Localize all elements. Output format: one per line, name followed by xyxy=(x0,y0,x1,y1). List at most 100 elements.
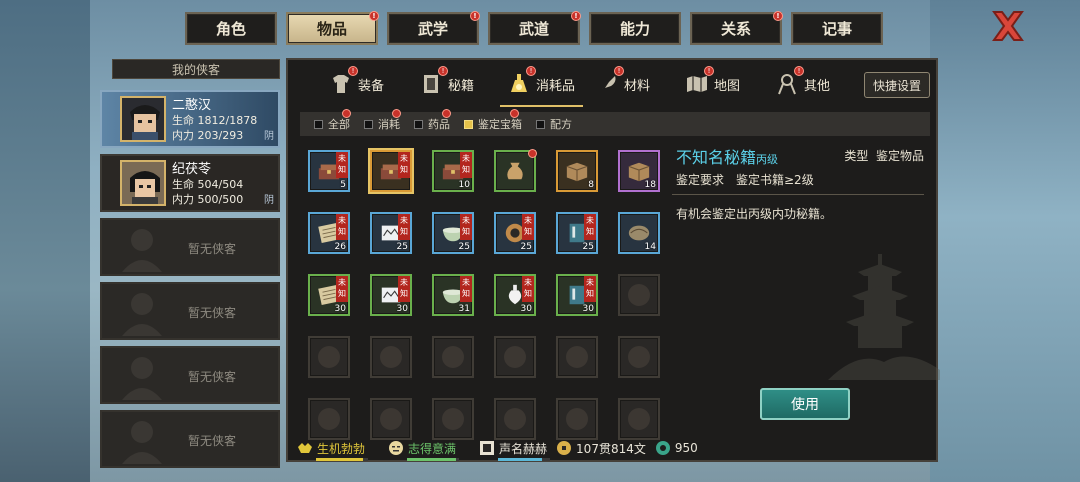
vitality-bar xyxy=(316,458,368,461)
checkbox[interactable] xyxy=(536,119,545,129)
hp-value: 1812/1878 xyxy=(197,114,258,127)
tab-consumables[interactable]: 消耗品 ! xyxy=(499,66,584,107)
filter-all[interactable]: 全部 xyxy=(314,109,351,132)
empty-item-slot[interactable] xyxy=(618,274,660,316)
filter-recipe[interactable]: 配方 xyxy=(536,116,572,132)
tab-martial-way[interactable]: 武道! xyxy=(488,11,581,45)
item-count: 25 xyxy=(458,242,470,252)
checkbox[interactable] xyxy=(414,119,423,129)
filter-consume[interactable]: 消耗 xyxy=(364,109,401,132)
item-slot[interactable]: 未知 30 xyxy=(370,274,412,316)
empty-item-slot[interactable] xyxy=(618,398,660,440)
empty-label: 暂无侠客 xyxy=(188,370,237,384)
item-slot[interactable]: 未知 26 xyxy=(308,212,350,254)
filter-appraise-chest[interactable]: 鉴定宝箱 xyxy=(464,109,522,132)
empty-hero-slot[interactable]: 暂无侠客 xyxy=(100,218,280,276)
hero-name: 二憨汉 xyxy=(172,98,212,113)
tab-label: 记事 xyxy=(821,20,852,38)
item-slot[interactable]: 未知 xyxy=(370,150,412,192)
filter-medicine[interactable]: 药品 xyxy=(414,109,451,132)
item-slot[interactable]: 未知 25 xyxy=(370,212,412,254)
empty-label: 暂无侠客 xyxy=(188,434,237,448)
item-count: 25 xyxy=(520,242,532,252)
hero-tag: 阴 xyxy=(264,131,274,142)
item-slot[interactable]: 未知 5 xyxy=(308,150,350,192)
hero-card-2[interactable]: 纪茯苓 生命 504/504 内力 500/500 阴 xyxy=(100,154,280,212)
silhouette-icon xyxy=(122,421,162,464)
empty-item-slot[interactable] xyxy=(370,398,412,440)
type-value: 鉴定物品 xyxy=(875,149,924,163)
mood-status: 志得意满 xyxy=(387,439,460,461)
tab-label: 消耗品 xyxy=(536,78,576,94)
checkbox[interactable] xyxy=(464,119,473,129)
item-slot[interactable]: 未知 25 xyxy=(494,212,536,254)
tab-manuals[interactable]: 秘籍 ! xyxy=(418,66,474,100)
empty-item-slot[interactable] xyxy=(370,336,412,378)
item-count: 14 xyxy=(644,242,656,252)
tab-relations[interactable]: 关系! xyxy=(690,11,783,45)
item-count: 18 xyxy=(644,180,656,190)
item-slot[interactable]: 未知 30 xyxy=(556,274,598,316)
empty-item-slot[interactable] xyxy=(494,336,536,378)
empty-item-slot[interactable] xyxy=(618,336,660,378)
hero-mp: 内力 500/500 xyxy=(172,191,243,207)
quick-settings-button[interactable]: 快捷设置 xyxy=(864,72,930,98)
tab-martial-arts[interactable]: 武学! xyxy=(387,11,480,45)
alert-badge: ! xyxy=(348,66,358,76)
unknown-tag: 未知 xyxy=(336,214,348,240)
tab-label: 物品 xyxy=(316,20,347,38)
item-slot[interactable]: 8 xyxy=(556,150,598,192)
inventory-panel: 装备 ! 秘籍 ! 消耗品 ! 材料 ! 地图 ! 其他 ! 快捷设置 全部 消… xyxy=(286,58,940,462)
alert-badge: ! xyxy=(704,66,714,76)
tab-abilities[interactable]: 能力 xyxy=(589,12,681,45)
banner-icon xyxy=(480,441,495,455)
mood-text: 志得意满 xyxy=(408,441,457,456)
use-button[interactable]: 使用 xyxy=(760,388,850,420)
empty-item-slot[interactable] xyxy=(308,398,350,440)
empty-item-slot[interactable] xyxy=(556,336,598,378)
unknown-tag: 未知 xyxy=(398,152,410,178)
unknown-tag: 未知 xyxy=(584,276,596,302)
tab-materials[interactable]: 材料 ! xyxy=(594,66,650,100)
item-slot[interactable]: 18 xyxy=(618,150,660,192)
empty-item-slot[interactable] xyxy=(494,398,536,440)
empty-label: 暂无侠客 xyxy=(188,306,237,320)
item-slot[interactable] xyxy=(494,149,537,192)
empty-item-slot[interactable] xyxy=(556,398,598,440)
empty-hero-slot[interactable]: 暂无侠客 xyxy=(100,282,280,340)
item-requirement: 鉴定要求 鉴定书籍≥2级 xyxy=(676,173,814,187)
item-slot[interactable]: 未知 31 xyxy=(432,274,474,316)
silhouette-icon xyxy=(122,229,162,272)
tab-character[interactable]: 角色 xyxy=(185,12,277,45)
empty-hero-slot[interactable]: 暂无侠客 xyxy=(100,346,280,404)
alert-badge xyxy=(342,109,351,118)
filter-label: 鉴定宝箱 xyxy=(478,118,522,131)
tab-misc[interactable]: 其他 ! xyxy=(774,66,830,100)
close-icon[interactable] xyxy=(988,8,1028,44)
item-slot[interactable]: 未知 30 xyxy=(494,274,536,316)
empty-item-slot[interactable] xyxy=(432,398,474,440)
item-slot[interactable]: 未知 10 xyxy=(432,150,474,192)
hero-hp: 生命 504/504 xyxy=(172,176,243,192)
item-slot[interactable]: 14 xyxy=(618,212,660,254)
tab-equipment[interactable]: 装备 ! xyxy=(328,66,384,100)
empty-item-slot[interactable] xyxy=(432,336,474,378)
unknown-tag: 未知 xyxy=(336,276,348,302)
empty-hero-slot[interactable]: 暂无侠客 xyxy=(100,410,280,468)
tab-journal[interactable]: 记事 xyxy=(791,12,883,45)
filter-label: 消耗 xyxy=(378,118,400,131)
tab-maps[interactable]: 地图 ! xyxy=(684,66,740,100)
item-count: 31 xyxy=(458,304,470,314)
empty-item-slot[interactable] xyxy=(308,336,350,378)
tab-items[interactable]: 物品! xyxy=(286,11,379,45)
tab-label: 能力 xyxy=(619,20,650,38)
hero-card-1[interactable]: 二憨汉 生命 1812/1878 内力 203/293 阴 xyxy=(100,90,280,148)
checkbox[interactable] xyxy=(314,119,323,129)
item-slot[interactable]: 未知 30 xyxy=(308,274,350,316)
mp-value: 203/293 xyxy=(197,129,244,142)
item-slot[interactable]: 未知 25 xyxy=(432,212,474,254)
checkbox[interactable] xyxy=(364,119,373,129)
avatar xyxy=(120,160,166,206)
item-slot[interactable]: 未知 25 xyxy=(556,212,598,254)
item-count: 25 xyxy=(582,242,594,252)
